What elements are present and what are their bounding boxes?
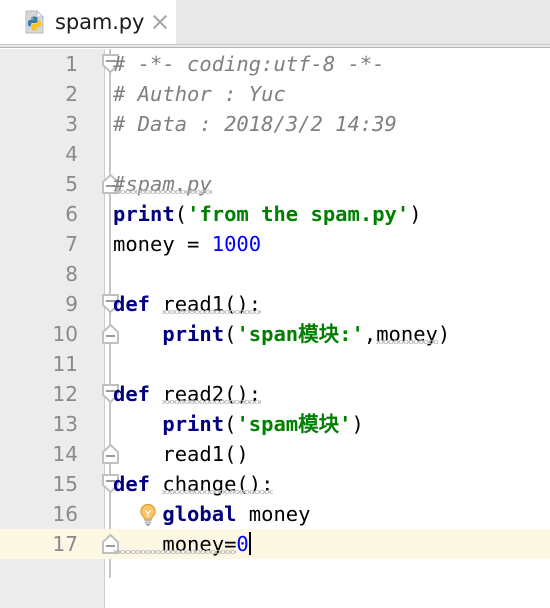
line-number: 1: [65, 52, 78, 76]
code-text[interactable]: #spam.py: [113, 169, 212, 199]
token-comment: # Author : Yuc: [113, 82, 286, 106]
token-comment: # -*- coding:utf-8 -*-: [113, 52, 385, 76]
code-line[interactable]: 10 print('span模块:',money): [0, 319, 550, 349]
line-number: 14: [52, 442, 78, 466]
code-line[interactable]: 2 # Author : Yuc: [0, 79, 550, 109]
token-punc: ): [437, 322, 451, 346]
token-keyword: print: [113, 202, 175, 226]
line-number: 4: [65, 142, 78, 166]
code-line[interactable]: 7 money = 1000: [0, 229, 550, 259]
code-line[interactable]: 3 # Data : 2018/3/2 14:39: [0, 109, 550, 139]
token-punc: ,: [363, 322, 377, 346]
code-text[interactable]: print('span模块:',money): [113, 319, 450, 349]
code-line[interactable]: 5 #spam.py: [0, 169, 550, 199]
editor-tab-label: spam.py: [55, 10, 145, 34]
line-number: 6: [65, 202, 78, 226]
token-keyword: print: [162, 412, 225, 436]
token-comment: # Data : 2018/3/2 14:39: [113, 112, 397, 136]
close-icon[interactable]: [150, 12, 170, 32]
code-line[interactable]: 13 print('spam模块'): [0, 409, 550, 439]
token-keyword: global: [162, 502, 249, 526]
token-keyword: def: [113, 472, 163, 496]
line-number: 11: [52, 352, 78, 376]
line-number: 9: [65, 292, 78, 316]
token-plain: money: [376, 322, 438, 346]
tab-bar-underline: [0, 44, 550, 48]
code-line[interactable]: 17 money=0: [0, 529, 550, 559]
code-line[interactable]: 6 print('from the spam.py'): [0, 199, 550, 229]
code-text[interactable]: read1(): [113, 439, 249, 469]
code-text[interactable]: money = 1000: [113, 229, 261, 259]
code-line[interactable]: 4: [0, 139, 550, 169]
token-keyword: def: [113, 382, 163, 406]
code-line[interactable]: 1 # -*- coding:utf-8 -*-: [0, 49, 550, 79]
line-number: 13: [52, 412, 78, 436]
token-string: 'span模块:': [236, 322, 364, 346]
code-text[interactable]: def change():: [113, 469, 273, 499]
token-plain: money: [248, 502, 311, 526]
code-text[interactable]: money=0: [113, 529, 251, 559]
editor-tab-bar: spam.py: [0, 0, 550, 48]
token-plain: read1():: [162, 292, 262, 316]
line-number: 2: [65, 82, 78, 106]
code-text[interactable]: global money: [113, 499, 311, 529]
token-plain: read2():: [162, 382, 262, 406]
token-number: 0: [236, 532, 249, 556]
token-punc: (: [224, 322, 237, 346]
line-number: 17: [52, 532, 78, 556]
line-number: 7: [65, 232, 78, 256]
tab-bar-left-fill: [0, 0, 8, 44]
line-number: 15: [52, 472, 78, 496]
code-line[interactable]: 8: [0, 259, 550, 289]
code-line[interactable]: 16 global money: [0, 499, 550, 529]
code-line[interactable]: 12 def read2():: [0, 379, 550, 409]
token-punc: (: [174, 202, 188, 226]
code-text[interactable]: # Author : Yuc: [113, 79, 286, 109]
code-text[interactable]: print('spam模块'): [113, 409, 364, 439]
code-line[interactable]: 9 def read1():: [0, 289, 550, 319]
token-plain: change():: [162, 472, 274, 496]
code-text[interactable]: print('from the spam.py'): [113, 199, 422, 229]
line-number: 8: [65, 262, 78, 286]
token-comment: #spam.py: [113, 172, 212, 196]
line-number: 12: [52, 382, 78, 406]
token-keyword: print: [162, 322, 225, 346]
line-number: 3: [65, 112, 78, 136]
python-file-icon: [24, 9, 46, 34]
editor-tab-spam-py[interactable]: spam.py: [8, 0, 176, 44]
token-punc: (: [224, 412, 237, 436]
line-number: 5: [65, 172, 78, 196]
line-number: 10: [52, 322, 78, 346]
code-text[interactable]: def read1():: [113, 289, 261, 319]
code-line[interactable]: 11: [0, 349, 550, 379]
token-string: 'from the spam.py': [187, 202, 410, 226]
token-plain: read1(): [113, 442, 249, 466]
code-text[interactable]: # Data : 2018/3/2 14:39: [113, 109, 397, 139]
code-text[interactable]: # -*- coding:utf-8 -*-: [113, 49, 385, 79]
code-editor[interactable]: 1 # -*- coding:utf-8 -*- 2 # Author : Yuc 3 #…: [0, 49, 550, 608]
code-text[interactable]: def read2():: [113, 379, 261, 409]
token-number: 1000: [211, 232, 262, 256]
ide-window: spam.py 1 # -*- coding:utf-8 -*- 2 # Author…: [0, 0, 550, 608]
line-number: 16: [52, 502, 78, 526]
token-string: 'spam模块': [236, 412, 352, 436]
token-punc: ): [409, 202, 422, 226]
code-lines: 1 # -*- coding:utf-8 -*- 2 # Author : Yuc 3 #…: [0, 49, 550, 559]
token-plain: money =: [113, 232, 212, 256]
code-line[interactable]: 15 def change():: [0, 469, 550, 499]
code-line[interactable]: 14 read1(): [0, 439, 550, 469]
token-punc: ): [351, 412, 364, 436]
text-caret: [248, 532, 251, 555]
token-plain: money=: [113, 532, 237, 556]
token-keyword: def: [113, 292, 163, 316]
